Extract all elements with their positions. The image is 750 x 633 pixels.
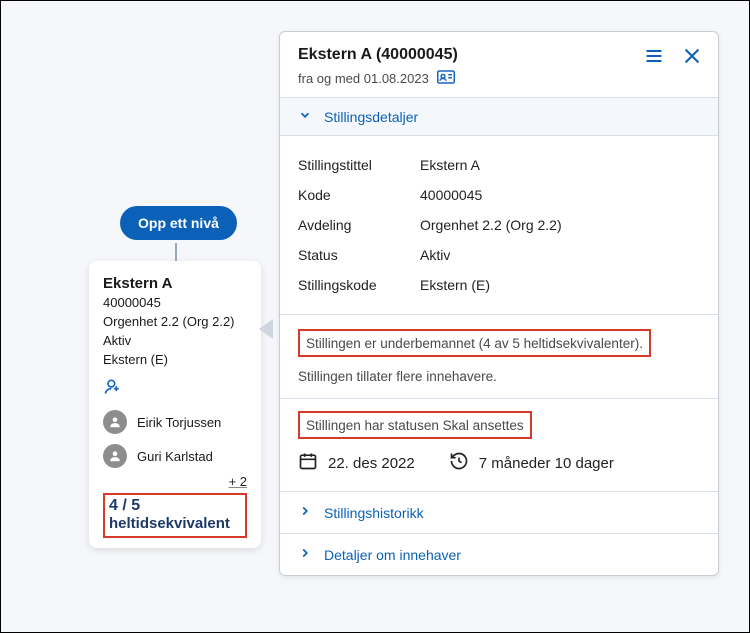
node-dept: Orgenhet 2.2 (Org 2.2) (103, 313, 247, 332)
details-table: Stillingstittel Ekstern A Kode 40000045 … (280, 136, 718, 314)
person-name: Eirik Torjussen (137, 415, 221, 430)
section-position-history[interactable]: Stillingshistorikk (280, 491, 718, 533)
table-row: Stillingskode Ekstern (E) (298, 270, 700, 300)
understaffed-highlight: Stillingen er underbemannet (4 av 5 helt… (298, 329, 651, 357)
table-row: Status Aktiv (298, 240, 700, 270)
id-card-icon[interactable] (437, 70, 455, 87)
kv-val: Orgenhet 2.2 (Org 2.2) (420, 217, 562, 233)
node-code: 40000045 (103, 294, 247, 313)
up-level-label: Opp ett nivå (138, 215, 219, 231)
panel-title: Ekstern A (40000045) (298, 46, 700, 64)
panel-subtitle: fra og med 01.08.2023 (298, 71, 429, 86)
add-person-icon (103, 377, 123, 400)
fte-ratio: 4 / 5 (109, 497, 241, 515)
chevron-right-icon (298, 504, 312, 521)
detail-panel: Ekstern A (40000045) fra og med 01.08.20… (279, 31, 719, 576)
date-text: 22. des 2022 (328, 455, 415, 472)
node-jobcode: Ekstern (E) (103, 351, 247, 370)
kv-val: Aktiv (420, 247, 450, 263)
section-label: Detaljer om innehaver (324, 547, 461, 563)
node-title: Ekstern A (103, 275, 247, 292)
info-block: Stillingen er underbemannet (4 av 5 helt… (280, 315, 718, 398)
history-icon (449, 451, 469, 475)
add-person-button[interactable] (103, 377, 247, 400)
kv-val: Ekstern (E) (420, 277, 490, 293)
status-text: Stillingen har statusen Skal ansettes (306, 418, 524, 433)
avatar-icon (103, 410, 127, 434)
kv-key: Stillingskode (298, 277, 408, 293)
section-holder-details[interactable]: Detaljer om innehaver (280, 533, 718, 575)
understaffed-text: Stillingen er underbemannet (4 av 5 helt… (306, 336, 643, 351)
menu-icon[interactable] (644, 46, 664, 66)
calendar-icon (298, 451, 318, 475)
person-row[interactable]: Eirik Torjussen (103, 410, 247, 434)
person-row[interactable]: Guri Karlstad (103, 444, 247, 468)
status-highlight: Stillingen har statusen Skal ansettes (298, 411, 532, 439)
date-item: 22. des 2022 (298, 451, 415, 475)
canvas: Opp ett nivå Ekstern A 40000045 Orgenhet… (0, 0, 750, 633)
close-icon[interactable] (682, 46, 702, 66)
status-block: Stillingen har statusen Skal ansettes 22… (280, 399, 718, 491)
table-row: Avdeling Orgenhet 2.2 (Org 2.2) (298, 210, 700, 240)
pointer-arrow (259, 319, 273, 339)
kv-key: Stillingstittel (298, 157, 408, 173)
show-more-people[interactable]: + 2 (103, 474, 247, 489)
kv-key: Kode (298, 187, 408, 203)
allows-multiple-text: Stillingen tillater flere innehavere. (298, 369, 700, 384)
fte-label: heltidsekvivalent (109, 515, 241, 532)
kv-val: Ekstern A (420, 157, 480, 173)
up-level-button[interactable]: Opp ett nivå (120, 206, 237, 240)
kv-key: Avdeling (298, 217, 408, 233)
node-card[interactable]: Ekstern A 40000045 Orgenhet 2.2 (Org 2.2… (89, 261, 261, 548)
kv-key: Status (298, 247, 408, 263)
panel-header: Ekstern A (40000045) fra og med 01.08.20… (280, 32, 718, 97)
table-row: Stillingstittel Ekstern A (298, 150, 700, 180)
connector-line (175, 243, 177, 261)
avatar-icon (103, 444, 127, 468)
section-position-details[interactable]: Stillingsdetaljer (280, 97, 718, 136)
chevron-right-icon (298, 546, 312, 563)
chevron-down-icon (298, 108, 312, 125)
node-status: Aktiv (103, 332, 247, 351)
section-label: Stillingsdetaljer (324, 109, 418, 125)
table-row: Kode 40000045 (298, 180, 700, 210)
duration-item: 7 måneder 10 dager (449, 451, 614, 475)
duration-text: 7 måneder 10 dager (479, 455, 614, 472)
kv-val: 40000045 (420, 187, 482, 203)
section-label: Stillingshistorikk (324, 505, 424, 521)
person-name: Guri Karlstad (137, 449, 213, 464)
fte-highlight: 4 / 5 heltidsekvivalent (103, 493, 247, 538)
